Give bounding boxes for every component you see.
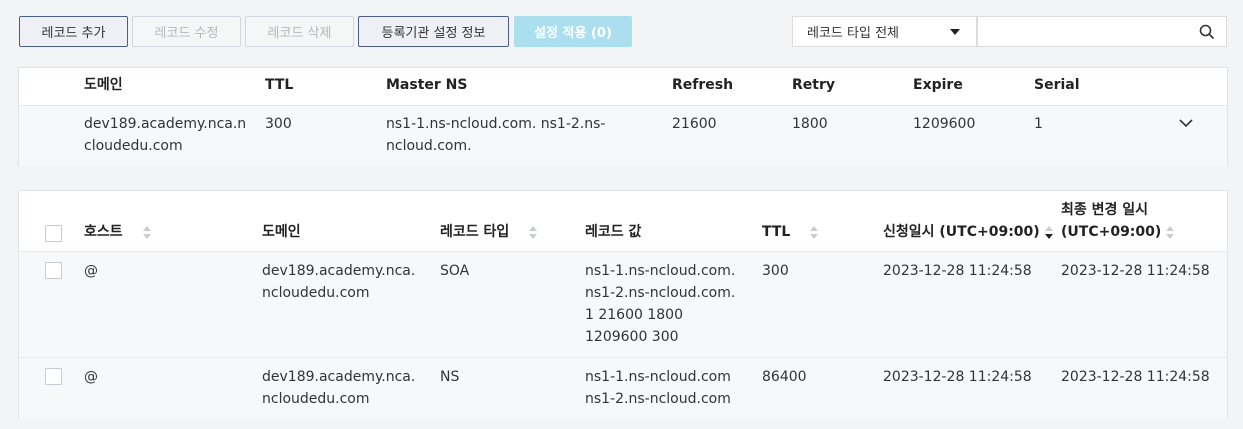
caret-down-icon xyxy=(950,29,960,35)
row-checkbox[interactable] xyxy=(45,368,62,385)
sort-icon[interactable] xyxy=(1166,226,1174,240)
header-domain: 도메인 xyxy=(84,77,123,93)
header-ttl: TTL xyxy=(762,224,791,240)
master-ns-value-line1: ns1-1.ns-ncloud.com. ns1-2.ns- xyxy=(386,116,606,132)
sort-icon[interactable] xyxy=(529,226,537,240)
add-record-button[interactable]: 레코드 추가 xyxy=(19,16,128,47)
header-master-ns: Master NS xyxy=(386,77,468,93)
select-all-checkbox[interactable] xyxy=(45,225,62,242)
master-ns-value-line2: ncloud.com. xyxy=(386,138,472,154)
header-host: 호스트 xyxy=(84,224,123,240)
record-value-line2: ns1-2.ns-ncloud.com xyxy=(585,391,731,407)
domain-value-line1: dev189.academy.nca. xyxy=(262,369,416,385)
header-expire: Expire xyxy=(913,77,963,93)
domain-value-line2: cloudedu.com xyxy=(84,138,183,154)
record-type-value: NS xyxy=(440,369,460,385)
search-input[interactable] xyxy=(978,17,1188,46)
requested-at-value: 2023-12-28 11:24:58 xyxy=(883,263,1032,279)
refresh-value: 21600 xyxy=(672,116,717,132)
sort-icon[interactable] xyxy=(143,226,151,240)
sort-desc-icon[interactable] xyxy=(1045,226,1053,240)
header-record-value: 레코드 값 xyxy=(585,224,642,240)
search-icon[interactable] xyxy=(1199,24,1215,40)
record-value-line1: ns1-1.ns-ncloud.com xyxy=(585,369,731,385)
chevron-down-icon[interactable] xyxy=(1179,116,1193,130)
header-modified-at-line2: (UTC+09:00) xyxy=(1061,224,1162,240)
header-domain: 도메인 xyxy=(262,224,301,240)
domain-value-line1: dev189.academy.nca.n xyxy=(84,116,247,132)
header-modified-at-line1: 최종 변경 일시 xyxy=(1061,202,1149,218)
domain-value-line2: ncloudedu.com xyxy=(262,391,370,407)
search-box xyxy=(977,16,1227,47)
edit-record-button[interactable]: 레코드 수정 xyxy=(132,16,241,47)
row-checkbox[interactable] xyxy=(45,262,62,279)
requested-at-value: 2023-12-28 11:24:58 xyxy=(883,369,1032,385)
domain-value-line1: dev189.academy.nca. xyxy=(262,263,416,279)
record-value-line2: ns1-2.ns-ncloud.com. xyxy=(585,285,736,301)
modified-at-value: 2023-12-28 11:24:58 xyxy=(1061,369,1210,385)
delete-record-button[interactable]: 레코드 삭제 xyxy=(245,16,354,47)
header-retry: Retry xyxy=(792,77,835,93)
ttl-value: 86400 xyxy=(762,369,807,385)
registrar-settings-button[interactable]: 등록기관 설정 정보 xyxy=(358,16,509,47)
header-refresh: Refresh xyxy=(672,77,734,93)
ttl-value: 300 xyxy=(265,116,292,132)
host-value: @ xyxy=(84,369,98,385)
host-value: @ xyxy=(84,263,98,279)
record-type-value: SOA xyxy=(440,263,470,279)
domain-info-table: 도메인 TTL Master NS Refresh Retry Expire S… xyxy=(18,67,1228,166)
expire-value: 1209600 xyxy=(913,116,976,132)
header-ttl: TTL xyxy=(265,77,294,93)
record-value-line4: 1209600 300 xyxy=(585,329,679,345)
apply-settings-button[interactable]: 설정 적용 (0) xyxy=(514,16,632,47)
record-value-line3: 1 21600 1800 xyxy=(585,307,683,323)
header-requested-at: 신청일시 (UTC+09:00) xyxy=(883,224,1040,240)
record-table: 호스트 도메인 레코드 타입 레코드 값 TTL 신청일시 (UTC+09:00… xyxy=(18,190,1228,419)
record-type-select[interactable]: 레코드 타입 전체 xyxy=(792,16,977,47)
serial-value: 1 xyxy=(1034,116,1043,132)
ttl-value: 300 xyxy=(762,263,789,279)
header-serial: Serial xyxy=(1034,77,1080,93)
record-value-line1: ns1-1.ns-ncloud.com. xyxy=(585,263,736,279)
domain-value-line2: ncloudedu.com xyxy=(262,285,370,301)
sort-icon[interactable] xyxy=(810,226,818,240)
record-type-select-label: 레코드 타입 전체 xyxy=(807,26,899,41)
retry-value: 1800 xyxy=(792,116,828,132)
header-record-type: 레코드 타입 xyxy=(440,224,510,240)
modified-at-value: 2023-12-28 11:24:58 xyxy=(1061,263,1210,279)
